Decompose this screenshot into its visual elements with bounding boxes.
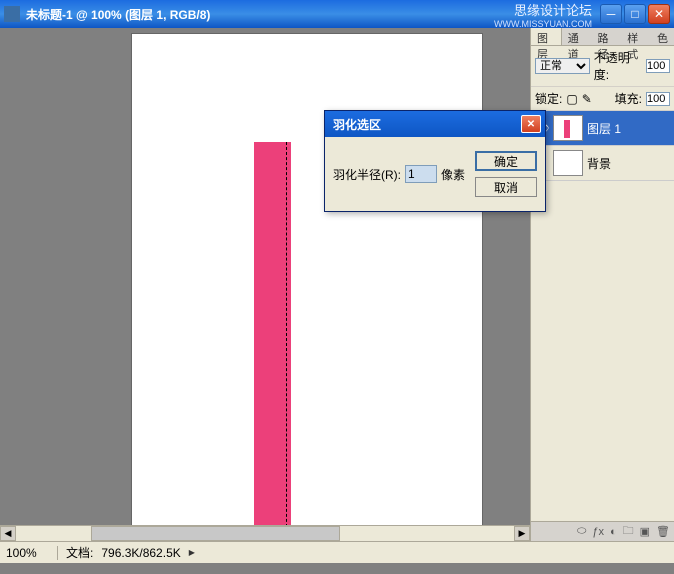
doc-label: 文档: [66, 544, 93, 561]
dialog-input-row: 羽化半径(R): 像素 [333, 151, 465, 197]
layer-name: 图层 1 [587, 120, 621, 137]
statusbar-caret-icon[interactable]: ▶ [189, 548, 195, 557]
fill-input[interactable] [646, 92, 670, 106]
layer-thumbnail [553, 115, 583, 141]
dialog-title: 羽化选区 [329, 116, 521, 133]
feather-dialog: 羽化选区 ✕ 羽化半径(R): 像素 确定 取消 [324, 110, 546, 212]
dialog-buttons: 确定 取消 [475, 151, 537, 197]
cancel-button[interactable]: 取消 [475, 177, 537, 197]
layer-name: 背景 [587, 155, 611, 172]
opacity-label: 不透明度: [594, 49, 642, 83]
horizontal-scrollbar: ◀ ▶ [0, 525, 530, 541]
scroll-left-button[interactable]: ◀ [0, 526, 16, 541]
window-title: 未标题-1 @ 100% (图层 1, RGB/8) [26, 6, 494, 23]
watermark: 思缘设计论坛 WWW.MISSYUAN.COM [494, 0, 592, 29]
selection-marquee [286, 142, 287, 537]
scroll-right-button[interactable]: ▶ [514, 526, 530, 541]
dialog-body: 羽化半径(R): 像素 确定 取消 [325, 137, 545, 211]
ok-button[interactable]: 确定 [475, 151, 537, 171]
new-layer-icon[interactable]: ▣ [640, 525, 650, 538]
lock-label: 锁定: [535, 90, 562, 107]
panel-tabs: 图层 通道 路径 样式 色 [531, 28, 674, 46]
close-button[interactable]: ✕ [648, 4, 670, 24]
link-icon[interactable]: ⬭ [577, 525, 586, 538]
fill-label: 填充: [615, 90, 642, 107]
watermark-text-2: WWW.MISSYUAN.COM [494, 19, 592, 29]
canvas-area: ◀ ▶ [0, 28, 530, 541]
tab-color[interactable]: 色 [651, 28, 674, 45]
layer-item[interactable]: 👁 图层 1 [531, 111, 674, 146]
lock-brush-icon[interactable]: ✎ [582, 92, 592, 106]
watermark-text-1: 思缘设计论坛 [514, 0, 592, 19]
layer-item[interactable]: 背景 [531, 146, 674, 181]
layers-panel: 图层 通道 路径 样式 色 正常 不透明度: 锁定: ▢ ✎ 填充: 👁 图层 … [530, 28, 674, 541]
window-buttons: － □ ✕ [600, 4, 670, 24]
blend-mode-row: 正常 不透明度: [531, 46, 674, 87]
radius-unit: 像素 [441, 166, 465, 183]
scroll-thumb[interactable] [91, 526, 340, 541]
dialog-close-button[interactable]: ✕ [521, 115, 541, 133]
lock-row: 锁定: ▢ ✎ 填充: [531, 87, 674, 111]
tab-paths[interactable]: 路径 [592, 28, 622, 45]
dialog-titlebar[interactable]: 羽化选区 ✕ [325, 111, 545, 137]
folder-icon[interactable]: 🗀 [623, 522, 634, 541]
radius-input[interactable] [405, 165, 437, 183]
opacity-input[interactable] [646, 59, 670, 73]
tab-styles[interactable]: 样式 [621, 28, 651, 45]
zoom-level[interactable]: 100% [6, 546, 58, 560]
doc-info: 796.3K/862.5K [101, 546, 180, 560]
trash-icon[interactable]: 🗑 [656, 525, 670, 538]
maximize-button[interactable]: □ [624, 4, 646, 24]
radius-label: 羽化半径(R): [333, 166, 401, 183]
tab-layers[interactable]: 图层 [531, 28, 562, 45]
layers-panel-footer: ⬭ ƒx ◐ 🗀 ▣ 🗑 [531, 521, 674, 541]
main-workspace: ◀ ▶ 图层 通道 路径 样式 色 正常 不透明度: 锁定: ▢ ✎ 填充: [0, 28, 674, 541]
minimize-button[interactable]: － [600, 4, 622, 24]
statusbar: 100% 文档: 796.3K/862.5K ▶ [0, 541, 674, 563]
tab-channels[interactable]: 通道 [562, 28, 592, 45]
layer-thumbnail [553, 150, 583, 176]
fx-icon[interactable]: ƒx [592, 526, 604, 538]
layers-list: 👁 图层 1 背景 [531, 111, 674, 521]
mask-icon[interactable]: ◐ [610, 526, 617, 538]
lock-transparent-icon[interactable]: ▢ [566, 92, 577, 106]
app-icon [4, 6, 20, 22]
scroll-track[interactable] [16, 526, 514, 541]
blend-mode-select[interactable]: 正常 [535, 58, 590, 74]
window-titlebar: 未标题-1 @ 100% (图层 1, RGB/8) 思缘设计论坛 WWW.MI… [0, 0, 674, 28]
